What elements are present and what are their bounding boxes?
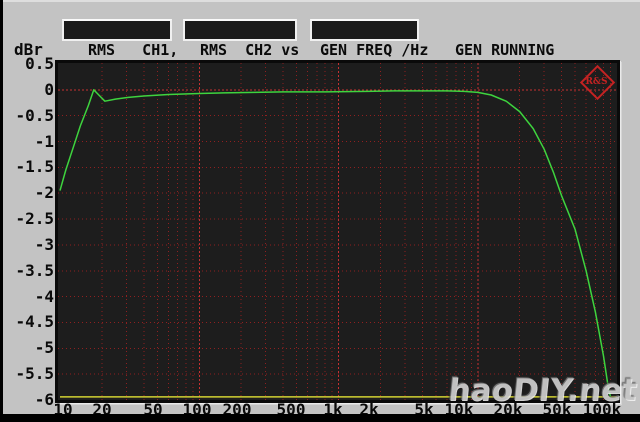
y-tick-label: -3.5 [15,260,54,280]
readout-label-gen-freq: GEN FREQ /Hz [320,41,429,59]
y-tick-label: -5 [34,338,54,358]
y-tick-label: -1 [34,131,54,151]
screen-left-edge [0,0,3,422]
rs-logo-icon: R&S [579,64,616,101]
y-tick-label: -1.5 [15,157,54,177]
y-tick-label: -2.5 [15,209,54,229]
watermark-text: haoDIY.net [446,372,639,408]
rs-logo-text: R&S [585,76,608,87]
y-tick-label: -0.5 [15,105,54,125]
screen-bottom-bar [0,414,640,422]
y-tick-label: -5.5 [15,364,54,384]
plot-area: R&S [55,60,620,403]
analyzer-screen: RMS CH1, RMS CH2 vs GEN FREQ /Hz dBr GEN… [0,0,640,422]
status-line-generator: GEN RUNNING [455,41,555,59]
y-tick-label: 0.5 [25,54,54,73]
y-tick-label: -2 [34,183,54,203]
y-tick-label: 0 [44,79,54,99]
window-top-highlight [3,0,640,2]
readout-label-ch1: RMS CH1, [88,41,179,59]
y-tick-label: -4 [34,286,54,306]
y-tick-label: -3 [34,234,54,254]
y-tick-label: -4.5 [15,312,54,332]
readout-display-ch1 [62,19,172,41]
frequency-response-chart [58,63,617,400]
readout-label-ch2: RMS CH2 vs [200,41,300,59]
readout-display-gen-freq [310,19,419,41]
readout-display-ch2 [183,19,297,41]
